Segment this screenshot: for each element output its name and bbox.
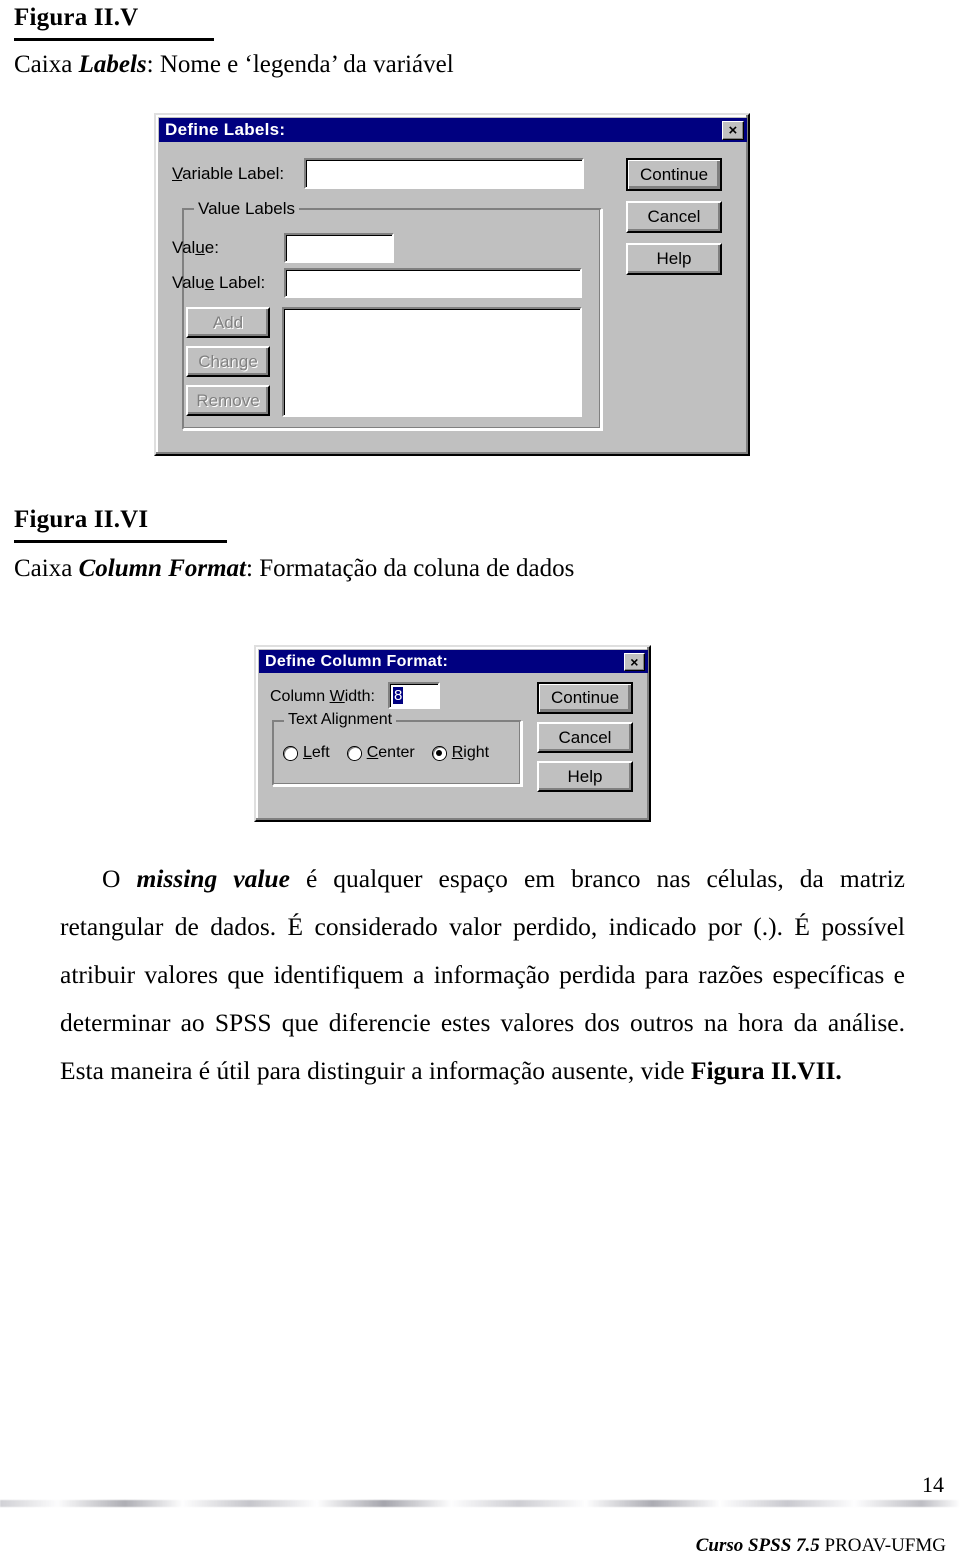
radio-center[interactable]: Center xyxy=(347,744,415,762)
figure-vi-caption-suffix: : Formatação da coluna de dados xyxy=(246,555,575,582)
figure-vi-heading-block: Figura II.VI xyxy=(14,506,474,543)
figure-vi-caption-bold: Column Format xyxy=(78,555,246,582)
column-width-input[interactable]: 8 xyxy=(388,682,440,709)
footer-source-italic: Curso SPSS 7.5 xyxy=(695,1535,820,1556)
add-button-label: Add xyxy=(212,312,244,332)
figure-v-title: Figura II.V xyxy=(14,4,139,31)
close-icon[interactable]: × xyxy=(624,652,645,671)
close-icon[interactable]: × xyxy=(722,120,744,140)
cancel-button-label: Cancel xyxy=(558,727,612,747)
add-button[interactable]: Add xyxy=(186,307,270,338)
column-format-title: Define Column Format: xyxy=(265,652,449,670)
remove-button-label: Remove xyxy=(196,390,260,410)
variable-label-input[interactable] xyxy=(304,158,584,189)
variable-label-label: Variable Label: xyxy=(172,164,285,183)
value-label-label: Value: xyxy=(172,238,219,257)
value-label-input[interactable] xyxy=(284,268,582,298)
text-alignment-group-title: Text Alignment xyxy=(284,711,397,729)
radio-right-label: Right xyxy=(451,744,490,761)
change-button-label: Change xyxy=(198,351,258,371)
radio-left[interactable]: Left xyxy=(284,744,330,762)
cancel-button[interactable]: Cancel xyxy=(537,722,633,753)
document-page: Figura II.V Caixa Labels: Nome e ‘legend… xyxy=(0,0,960,1565)
body-text-main: é qualquer espaço em branco nas células,… xyxy=(60,864,905,1085)
body-text-emphasis: missing value xyxy=(136,864,290,893)
radio-right-indicator-icon xyxy=(432,746,446,760)
value-labels-group-title: Value Labels xyxy=(194,199,300,219)
figure-v-caption-prefix: Caixa xyxy=(14,51,79,78)
value-label-input-value xyxy=(286,270,580,280)
body-text-end: . xyxy=(835,1056,842,1085)
column-format-titlebar: Define Column Format: × xyxy=(259,650,648,673)
figure-vi-caption: Caixa Column Format: Formatação da colun… xyxy=(14,554,814,584)
define-labels-dialog: Define Labels: × Variable Label: Value L… xyxy=(154,113,750,456)
continue-button[interactable]: Continue xyxy=(626,158,722,191)
figure-vi-rule xyxy=(14,539,227,543)
footer-scan-artifact xyxy=(0,1500,960,1507)
cancel-button-label: Cancel xyxy=(647,207,701,226)
figure-v-caption-bold: Labels xyxy=(78,51,147,78)
help-button[interactable]: Help xyxy=(626,243,722,275)
value-labels-listbox[interactable] xyxy=(282,307,582,417)
define-labels-titlebar: Define Labels: × xyxy=(159,118,747,142)
cancel-button[interactable]: Cancel xyxy=(626,201,722,233)
radio-left-label: Left xyxy=(303,744,330,761)
continue-button[interactable]: Continue xyxy=(537,682,633,714)
continue-button-label: Continue xyxy=(639,164,709,184)
radio-right[interactable]: Right xyxy=(432,744,490,762)
radio-left-indicator-icon xyxy=(284,746,297,760)
help-button[interactable]: Help xyxy=(537,761,633,792)
footer-source-regular: PROAV-UFMG xyxy=(824,1535,946,1556)
column-width-label: Column Width: xyxy=(270,688,375,705)
figure-v-caption-suffix: : Nome e ‘legenda’ da variável xyxy=(146,51,454,78)
variable-label-value xyxy=(306,160,582,170)
value-input[interactable] xyxy=(284,233,394,263)
help-button-label: Help xyxy=(567,766,603,786)
figure-v-caption: Caixa Labels: Nome e ‘legenda’ da variáv… xyxy=(14,50,714,80)
continue-button-label: Continue xyxy=(550,688,620,707)
value-input-value xyxy=(286,235,392,245)
figure-v-heading-block: Figura II.V xyxy=(14,4,434,41)
body-paragraph: O missing value é qualquer espaço em bra… xyxy=(60,855,905,1095)
value-label-text-label: Value Label: xyxy=(172,273,266,292)
body-text-figure-ref: Figura II.VII xyxy=(690,1056,836,1085)
define-labels-title: Define Labels: xyxy=(165,120,286,139)
column-width-value: 8 xyxy=(393,687,404,704)
figure-vi-caption-prefix: Caixa xyxy=(14,555,79,582)
text-alignment-radio-group: Left Center Right xyxy=(284,744,489,762)
radio-center-label: Center xyxy=(366,744,415,761)
body-text-pre: O xyxy=(102,864,137,893)
change-button[interactable]: Change xyxy=(186,346,270,377)
figure-vi-title: Figura II.VI xyxy=(14,506,149,533)
figure-v-rule xyxy=(14,37,214,41)
page-number: 14 xyxy=(922,1472,944,1497)
help-button-label: Help xyxy=(656,249,692,268)
define-column-format-dialog: Define Column Format: × Column Width: 8 … xyxy=(254,645,651,822)
footer-source: Curso SPSS 7.5 PROAV-UFMG xyxy=(696,1535,946,1557)
remove-button[interactable]: Remove xyxy=(186,385,270,416)
radio-center-indicator-icon xyxy=(347,746,361,760)
